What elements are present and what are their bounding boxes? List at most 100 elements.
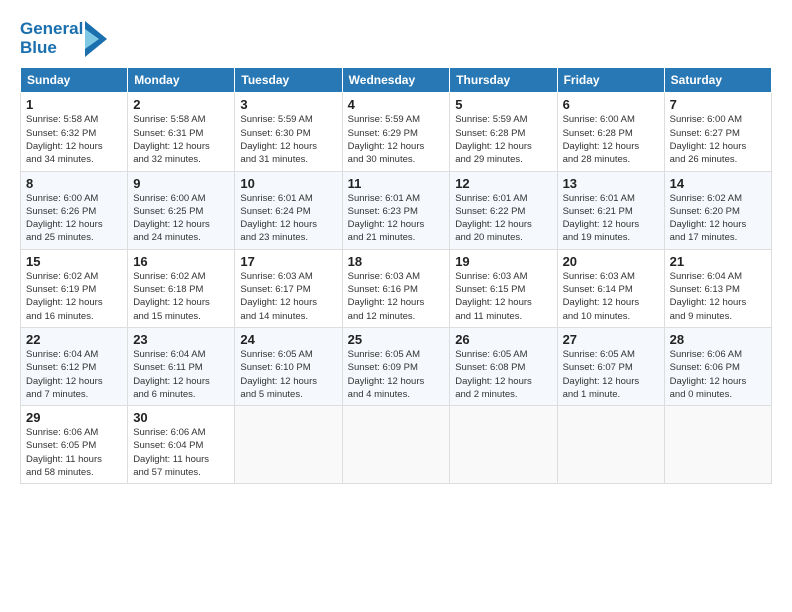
day-number: 26 [455, 332, 551, 347]
day-info: Sunrise: 6:06 AM Sunset: 6:05 PM Dayligh… [26, 426, 122, 479]
calendar-cell: 26Sunrise: 6:05 AM Sunset: 6:08 PM Dayli… [450, 327, 557, 405]
calendar-body: 1Sunrise: 5:58 AM Sunset: 6:32 PM Daylig… [21, 93, 772, 484]
day-header-thursday: Thursday [450, 68, 557, 93]
day-number: 7 [670, 97, 766, 112]
calendar-cell: 30Sunrise: 6:06 AM Sunset: 6:04 PM Dayli… [128, 406, 235, 484]
calendar-table: SundayMondayTuesdayWednesdayThursdayFrid… [20, 67, 772, 484]
day-info: Sunrise: 6:06 AM Sunset: 6:04 PM Dayligh… [133, 426, 229, 479]
day-number: 9 [133, 176, 229, 191]
day-info: Sunrise: 6:04 AM Sunset: 6:11 PM Dayligh… [133, 348, 229, 401]
day-info: Sunrise: 5:58 AM Sunset: 6:32 PM Dayligh… [26, 113, 122, 166]
day-number: 2 [133, 97, 229, 112]
calendar-cell: 15Sunrise: 6:02 AM Sunset: 6:19 PM Dayli… [21, 249, 128, 327]
day-info: Sunrise: 6:00 AM Sunset: 6:26 PM Dayligh… [26, 192, 122, 245]
day-info: Sunrise: 6:05 AM Sunset: 6:10 PM Dayligh… [240, 348, 336, 401]
calendar-cell: 7Sunrise: 6:00 AM Sunset: 6:27 PM Daylig… [664, 93, 771, 171]
day-info: Sunrise: 6:00 AM Sunset: 6:27 PM Dayligh… [670, 113, 766, 166]
week-row-1: 1Sunrise: 5:58 AM Sunset: 6:32 PM Daylig… [21, 93, 772, 171]
calendar-cell [235, 406, 342, 484]
calendar-cell: 29Sunrise: 6:06 AM Sunset: 6:05 PM Dayli… [21, 406, 128, 484]
day-info: Sunrise: 6:02 AM Sunset: 6:19 PM Dayligh… [26, 270, 122, 323]
day-info: Sunrise: 6:05 AM Sunset: 6:08 PM Dayligh… [455, 348, 551, 401]
day-number: 12 [455, 176, 551, 191]
day-number: 13 [563, 176, 659, 191]
day-number: 27 [563, 332, 659, 347]
calendar-cell: 11Sunrise: 6:01 AM Sunset: 6:23 PM Dayli… [342, 171, 450, 249]
calendar-cell: 2Sunrise: 5:58 AM Sunset: 6:31 PM Daylig… [128, 93, 235, 171]
calendar-cell: 8Sunrise: 6:00 AM Sunset: 6:26 PM Daylig… [21, 171, 128, 249]
day-info: Sunrise: 6:04 AM Sunset: 6:12 PM Dayligh… [26, 348, 122, 401]
day-number: 19 [455, 254, 551, 269]
day-number: 3 [240, 97, 336, 112]
day-number: 24 [240, 332, 336, 347]
day-number: 20 [563, 254, 659, 269]
calendar-cell: 23Sunrise: 6:04 AM Sunset: 6:11 PM Dayli… [128, 327, 235, 405]
day-info: Sunrise: 6:03 AM Sunset: 6:16 PM Dayligh… [348, 270, 445, 323]
calendar-cell: 9Sunrise: 6:00 AM Sunset: 6:25 PM Daylig… [128, 171, 235, 249]
day-info: Sunrise: 6:03 AM Sunset: 6:17 PM Dayligh… [240, 270, 336, 323]
day-info: Sunrise: 6:03 AM Sunset: 6:14 PM Dayligh… [563, 270, 659, 323]
day-header-friday: Friday [557, 68, 664, 93]
day-info: Sunrise: 6:06 AM Sunset: 6:06 PM Dayligh… [670, 348, 766, 401]
day-number: 21 [670, 254, 766, 269]
day-info: Sunrise: 6:01 AM Sunset: 6:24 PM Dayligh… [240, 192, 336, 245]
day-info: Sunrise: 6:05 AM Sunset: 6:07 PM Dayligh… [563, 348, 659, 401]
day-number: 29 [26, 410, 122, 425]
calendar-cell [664, 406, 771, 484]
day-info: Sunrise: 5:59 AM Sunset: 6:29 PM Dayligh… [348, 113, 445, 166]
page-header: General Blue [20, 20, 772, 57]
logo: General Blue [20, 20, 107, 57]
calendar-cell: 27Sunrise: 6:05 AM Sunset: 6:07 PM Dayli… [557, 327, 664, 405]
day-number: 25 [348, 332, 445, 347]
calendar-cell: 5Sunrise: 5:59 AM Sunset: 6:28 PM Daylig… [450, 93, 557, 171]
calendar-cell: 3Sunrise: 5:59 AM Sunset: 6:30 PM Daylig… [235, 93, 342, 171]
calendar-cell: 20Sunrise: 6:03 AM Sunset: 6:14 PM Dayli… [557, 249, 664, 327]
day-header-monday: Monday [128, 68, 235, 93]
day-number: 5 [455, 97, 551, 112]
calendar-cell: 22Sunrise: 6:04 AM Sunset: 6:12 PM Dayli… [21, 327, 128, 405]
day-number: 11 [348, 176, 445, 191]
calendar-cell: 4Sunrise: 5:59 AM Sunset: 6:29 PM Daylig… [342, 93, 450, 171]
day-number: 15 [26, 254, 122, 269]
calendar-cell [450, 406, 557, 484]
day-info: Sunrise: 6:02 AM Sunset: 6:18 PM Dayligh… [133, 270, 229, 323]
calendar-cell: 10Sunrise: 6:01 AM Sunset: 6:24 PM Dayli… [235, 171, 342, 249]
calendar-header-row: SundayMondayTuesdayWednesdayThursdayFrid… [21, 68, 772, 93]
day-number: 28 [670, 332, 766, 347]
day-number: 10 [240, 176, 336, 191]
day-info: Sunrise: 6:03 AM Sunset: 6:15 PM Dayligh… [455, 270, 551, 323]
week-row-4: 22Sunrise: 6:04 AM Sunset: 6:12 PM Dayli… [21, 327, 772, 405]
day-number: 14 [670, 176, 766, 191]
calendar-cell: 14Sunrise: 6:02 AM Sunset: 6:20 PM Dayli… [664, 171, 771, 249]
day-info: Sunrise: 6:04 AM Sunset: 6:13 PM Dayligh… [670, 270, 766, 323]
day-number: 22 [26, 332, 122, 347]
calendar-cell: 16Sunrise: 6:02 AM Sunset: 6:18 PM Dayli… [128, 249, 235, 327]
day-number: 8 [26, 176, 122, 191]
day-number: 6 [563, 97, 659, 112]
week-row-5: 29Sunrise: 6:06 AM Sunset: 6:05 PM Dayli… [21, 406, 772, 484]
day-info: Sunrise: 6:00 AM Sunset: 6:28 PM Dayligh… [563, 113, 659, 166]
calendar-cell: 17Sunrise: 6:03 AM Sunset: 6:17 PM Dayli… [235, 249, 342, 327]
day-header-wednesday: Wednesday [342, 68, 450, 93]
day-number: 17 [240, 254, 336, 269]
day-info: Sunrise: 5:59 AM Sunset: 6:30 PM Dayligh… [240, 113, 336, 166]
calendar-cell: 12Sunrise: 6:01 AM Sunset: 6:22 PM Dayli… [450, 171, 557, 249]
day-info: Sunrise: 6:01 AM Sunset: 6:22 PM Dayligh… [455, 192, 551, 245]
week-row-2: 8Sunrise: 6:00 AM Sunset: 6:26 PM Daylig… [21, 171, 772, 249]
calendar-cell: 18Sunrise: 6:03 AM Sunset: 6:16 PM Dayli… [342, 249, 450, 327]
week-row-3: 15Sunrise: 6:02 AM Sunset: 6:19 PM Dayli… [21, 249, 772, 327]
day-info: Sunrise: 6:00 AM Sunset: 6:25 PM Dayligh… [133, 192, 229, 245]
calendar-cell: 13Sunrise: 6:01 AM Sunset: 6:21 PM Dayli… [557, 171, 664, 249]
day-info: Sunrise: 6:01 AM Sunset: 6:23 PM Dayligh… [348, 192, 445, 245]
day-number: 1 [26, 97, 122, 112]
calendar-cell: 21Sunrise: 6:04 AM Sunset: 6:13 PM Dayli… [664, 249, 771, 327]
day-info: Sunrise: 6:01 AM Sunset: 6:21 PM Dayligh… [563, 192, 659, 245]
calendar-cell: 25Sunrise: 6:05 AM Sunset: 6:09 PM Dayli… [342, 327, 450, 405]
calendar-cell [557, 406, 664, 484]
day-header-saturday: Saturday [664, 68, 771, 93]
day-number: 18 [348, 254, 445, 269]
day-header-tuesday: Tuesday [235, 68, 342, 93]
day-number: 23 [133, 332, 229, 347]
day-info: Sunrise: 6:05 AM Sunset: 6:09 PM Dayligh… [348, 348, 445, 401]
day-header-sunday: Sunday [21, 68, 128, 93]
